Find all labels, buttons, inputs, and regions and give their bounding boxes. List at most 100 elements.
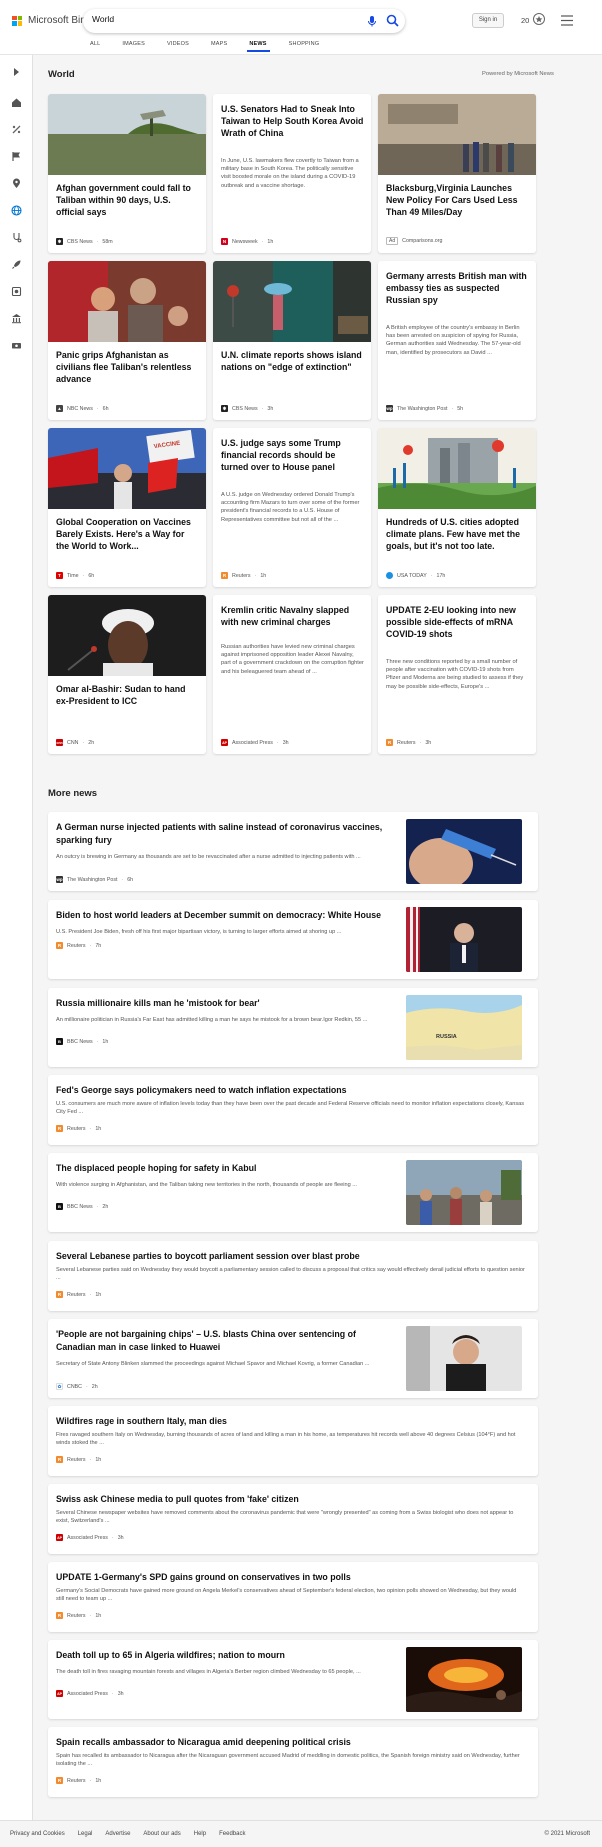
news-card[interactable]: U.N. climate reports shows island nation… [213,261,371,420]
news-list-item[interactable]: Biden to host world leaders at December … [48,900,538,979]
footer: Privacy and Cookies Legal Advertise Abou… [0,1820,602,1847]
list-item-title: Swiss ask Chinese media to pull quotes f… [56,1494,299,1504]
news-card[interactable]: Hundreds of U.S. cities adopted climate … [378,428,536,587]
tab-news[interactable]: NEWS [239,36,278,52]
list-item-title: Several Lebanese parties to boycott parl… [56,1251,360,1261]
location-pin-icon[interactable] [9,176,23,190]
bing-logo[interactable]: Microsoft Bing [12,15,91,26]
news-card[interactable]: Kremlin critic Navalny slapped with new … [213,595,371,754]
news-card[interactable]: U.S. Senators Had to Sneak Into Taiwan t… [213,94,371,253]
news-list-item[interactable]: Swiss ask Chinese media to pull quotes f… [48,1484,538,1554]
world-globe-icon[interactable] [9,203,23,217]
card-image [213,261,371,342]
card-title: Kremlin critic Navalny slapped with new … [221,605,350,627]
sponsored-card[interactable]: Blacksburg,Virginia Launches New Policy … [378,94,536,253]
rewards-medal-icon[interactable] [532,12,546,26]
news-list-item[interactable]: UPDATE 1-Germany's SPD gains ground on c… [48,1562,538,1632]
tab-images[interactable]: IMAGES [112,36,157,52]
russia-map-image: RUSSIA [406,995,522,1060]
list-item-image [406,819,522,884]
help-link[interactable]: Help [194,1831,206,1837]
list-item-summary: With violence surging in Afghanistan, an… [56,1182,357,1188]
list-item-source: R Reuters · 7h [56,942,102,949]
news-card[interactable]: VACCINE Global Cooperation on Vaccines B… [48,428,206,587]
news-list-item[interactable]: Fed's George says policymakers need to w… [48,1075,538,1145]
search-input[interactable] [92,14,352,24]
ad-badge: Ad [386,237,399,245]
news-list-item[interactable]: Several Lebanese parties to boycott parl… [48,1241,538,1311]
reuters-logo-icon: R [56,1777,63,1784]
tab-videos[interactable]: VIDEOS [157,36,201,52]
news-card[interactable]: Germany arrests British man with embassy… [378,261,536,420]
list-item-summary: U.S. President Joe Biden, fresh off his … [56,929,342,935]
science-icon[interactable] [9,122,23,136]
usa-today-logo-icon [386,572,393,579]
copyright: © 2021 Microsoft [544,1831,590,1837]
card-summary: A U.S. judge on Wednesday ordered Donald… [221,492,360,523]
news-list-item[interactable]: Spain recalls ambassador to Nicaragua am… [48,1727,538,1797]
expand-sidebar-icon[interactable] [9,65,23,79]
card-source: cnn CNN · 2h [56,739,95,746]
list-item-summary: An millionaire politician in Russia's Fa… [56,1017,368,1023]
card-source: R Reuters · 3h [386,739,432,746]
reuters-logo-icon: R [221,572,228,579]
advertise-link[interactable]: Advertise [105,1831,130,1837]
list-item-title: Death toll up to 65 in Algeria wildfires… [56,1650,285,1660]
list-item-source: R Reuters · 1h [56,1456,102,1463]
news-list-item[interactable]: The displaced people hoping for safety i… [48,1153,538,1232]
rocket-icon[interactable] [9,257,23,271]
microsoft-logo-icon [12,15,22,26]
home-icon[interactable] [9,95,23,109]
list-item-image [406,1160,522,1225]
rewards-points[interactable]: 20 [521,16,529,25]
tab-shopping[interactable]: SHOPPING [279,36,332,52]
card-title: U.S. judge says some Trump financial rec… [221,438,341,472]
reuters-logo-icon: R [56,1125,63,1132]
news-list-item[interactable]: 'People are not bargaining chips' – U.S.… [48,1319,538,1398]
list-item-summary: Several Chinese newspaper websites have … [56,1510,514,1525]
politics-icon[interactable] [9,311,23,325]
news-card[interactable]: Omar al-Bashir: Sudan to hand ex-Preside… [48,595,206,754]
card-source: N Newsweek · 1h [221,238,274,245]
card-source: Ad Comparisons.org [386,237,442,245]
card-summary: Russian authorities have levied new crim… [221,644,364,675]
reuters-logo-icon: R [56,942,63,949]
news-card[interactable]: Afghan government could fall to Taliban … [48,94,206,253]
card-image: VACCINE [48,428,206,509]
money-icon[interactable] [9,338,23,352]
sign-in-button[interactable]: Sign in [472,13,504,28]
flag-icon[interactable] [9,149,23,163]
news-card[interactable]: Panic grips Afghanistan as civilians fle… [48,261,206,420]
hamburger-menu-icon[interactable] [561,15,573,26]
sports-icon[interactable] [9,284,23,298]
tab-all[interactable]: ALL [80,36,112,52]
legal-link[interactable]: Legal [78,1831,93,1837]
search-icon[interactable] [385,13,400,28]
news-list-item[interactable]: A German nurse injected patients with sa… [48,812,538,891]
card-title: Panic grips Afghanistan as civilians fle… [56,350,192,384]
news-list-item[interactable]: Russia millionaire kills man he 'mistook… [48,988,538,1067]
news-list-item[interactable]: Death toll up to 65 in Algeria wildfires… [48,1640,538,1719]
news-card[interactable]: UPDATE 2-EU looking into new possible si… [378,595,536,754]
tab-maps[interactable]: MAPS [201,36,239,52]
news-card[interactable]: U.S. judge says some Trump financial rec… [213,428,371,587]
reuters-logo-icon: R [56,1456,63,1463]
nbc-news-logo-icon: ▲ [56,405,63,412]
news-list-item[interactable]: Wildfires rage in southern Italy, man di… [48,1406,538,1476]
card-summary: In June, U.S. lawmakers flew covertly to… [221,158,359,189]
list-item-title: 'People are not bargaining chips' – U.S.… [56,1329,356,1352]
card-title: Omar al-Bashir: Sudan to hand ex-Preside… [56,684,186,706]
associated-press-logo-icon: AP [56,1690,63,1697]
list-item-summary: Spain has recalled its ambassador to Nic… [56,1753,520,1768]
time-logo-icon: T [56,572,63,579]
list-item-image [406,1647,522,1712]
about-ads-link[interactable]: About our ads [143,1831,180,1837]
card-source: R Reuters · 1h [221,572,267,579]
health-icon[interactable] [9,230,23,244]
category-sidebar [0,55,33,1820]
feedback-link[interactable]: Feedback [219,1831,245,1837]
card-title: Afghan government could fall to Taliban … [56,183,191,217]
microphone-icon[interactable] [365,14,379,28]
list-item-source: AP Associated Press · 3h [56,1534,124,1541]
privacy-link[interactable]: Privacy and Cookies [10,1831,65,1837]
